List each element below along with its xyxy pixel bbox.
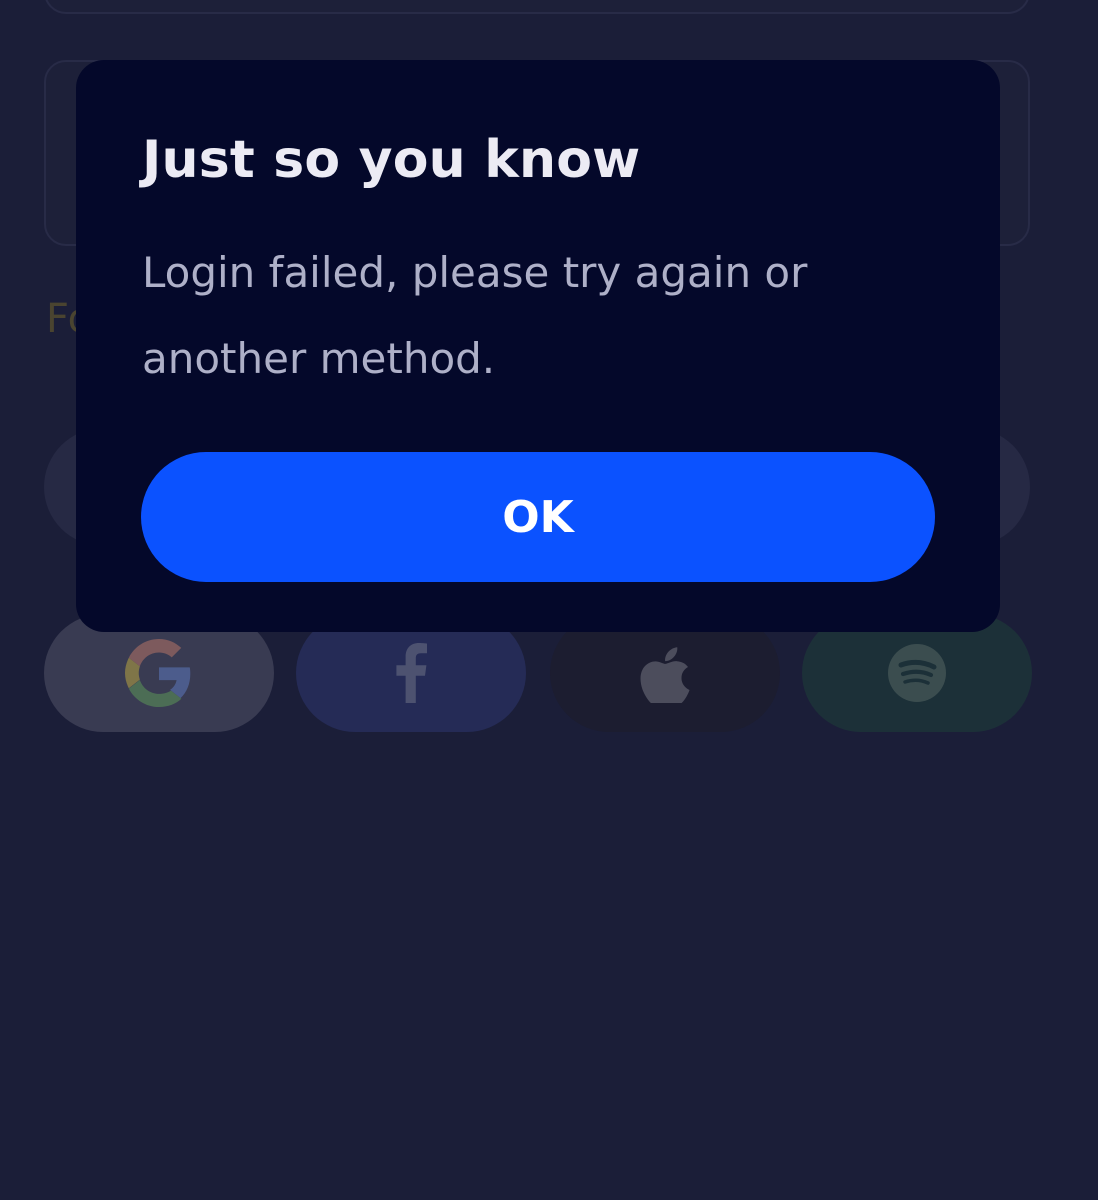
facebook-icon	[395, 643, 427, 703]
google-icon	[125, 639, 193, 707]
dialog-title: Just so you know	[142, 130, 641, 190]
ok-button[interactable]: OK	[141, 452, 935, 582]
apple-icon	[640, 643, 690, 703]
email-field[interactable]	[44, 0, 1030, 14]
dialog-message: Login failed, please try again or anothe…	[142, 248, 808, 383]
forgot-password-link[interactable]: Fo	[46, 296, 76, 342]
spotify-icon	[888, 644, 946, 702]
alert-dialog: Just so you know Login failed, please tr…	[76, 60, 1000, 632]
